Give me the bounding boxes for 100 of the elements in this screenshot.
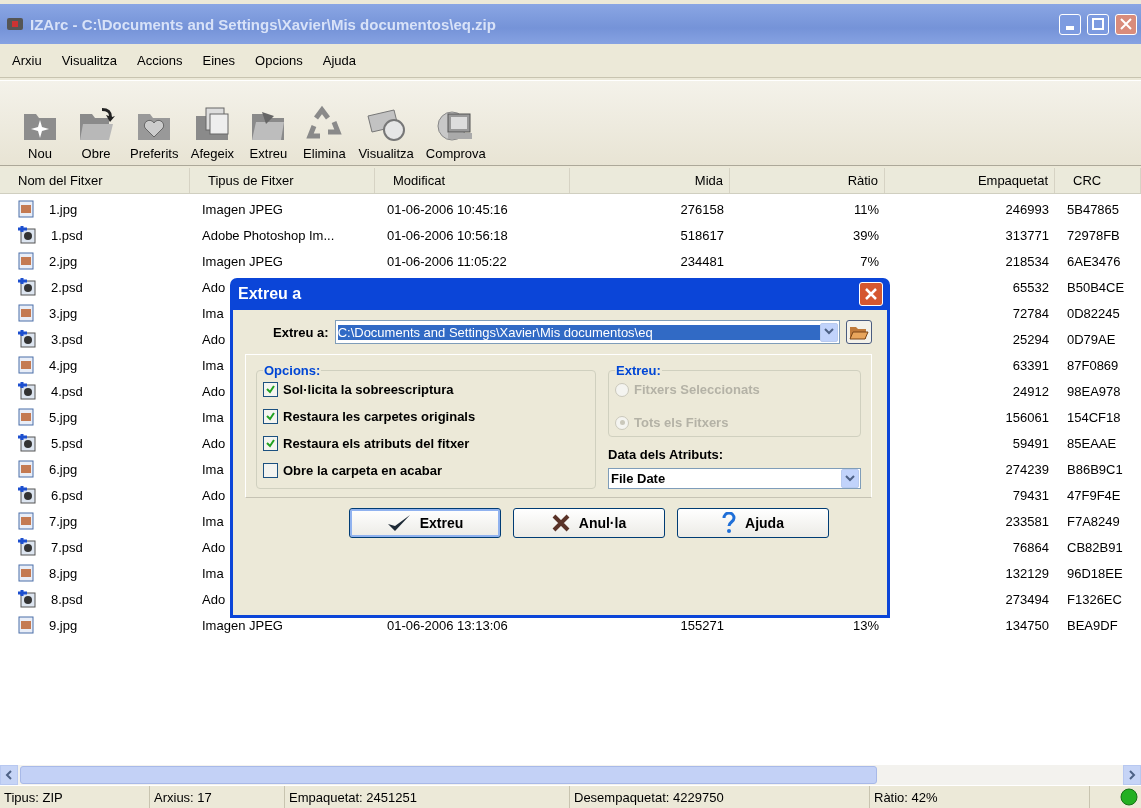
dropdown-button[interactable] xyxy=(841,469,859,488)
group-title: Opcions: xyxy=(263,363,322,378)
close-button[interactable] xyxy=(1115,13,1137,35)
file-name: 9.jpg xyxy=(49,617,78,633)
dialog-button[interactable]: Anul·la xyxy=(512,508,665,538)
table-cell: 246993 xyxy=(1005,201,1049,217)
table-cell: 7% xyxy=(860,253,879,269)
column-header[interactable]: CRC xyxy=(1073,173,1102,188)
table-cell: 79431 xyxy=(1012,487,1049,503)
table-cell: Ima xyxy=(202,565,224,581)
file-name: 3.psd xyxy=(51,331,83,347)
table-cell: 72978FB xyxy=(1067,227,1120,243)
menu-item[interactable]: Accions xyxy=(129,53,195,68)
table-cell: Ado xyxy=(202,279,226,295)
dialog-button[interactable]: Ajuda xyxy=(676,508,829,538)
menu-item[interactable]: Eines xyxy=(194,53,248,68)
toolbar-button[interactable]: Obre xyxy=(68,104,124,161)
close-button[interactable] xyxy=(859,282,883,306)
table-cell: Ima xyxy=(202,513,224,529)
column-header[interactable]: Mida xyxy=(694,173,723,188)
menu-item[interactable]: Ajuda xyxy=(314,53,369,68)
table-cell: 276158 xyxy=(680,201,724,217)
table-cell: 274239 xyxy=(1005,461,1049,477)
table-cell: Ado xyxy=(202,435,226,451)
table-cell: 5B47865 xyxy=(1067,201,1120,217)
toolbar-button[interactable]: Afegeix xyxy=(184,104,241,161)
table-cell: 85EAAE xyxy=(1067,435,1117,451)
table-cell: 6AE3476 xyxy=(1067,253,1121,269)
table-cell: 01-06-2006 13:13:06 xyxy=(387,617,508,633)
browse-button[interactable] xyxy=(846,320,872,344)
column-header[interactable]: Nom del Fitxer xyxy=(18,173,103,188)
table-cell: 11% xyxy=(853,201,879,217)
file-name: 5.psd xyxy=(51,435,83,451)
table-cell: 39% xyxy=(852,227,879,243)
close-icon xyxy=(1120,18,1132,30)
chevron-down-icon xyxy=(824,328,834,336)
chevron-down-icon xyxy=(845,474,855,483)
file-name: 4.psd xyxy=(51,383,83,399)
toolbar-button[interactable]: Elimina xyxy=(296,104,353,161)
table-cell: Ado xyxy=(202,487,226,503)
minimize-icon xyxy=(1066,26,1074,30)
table-cell: 134750 xyxy=(1005,617,1049,633)
image-file-icon xyxy=(18,200,34,218)
toolbar-button[interactable]: Nou xyxy=(12,104,68,161)
minimize-button[interactable] xyxy=(1059,13,1081,35)
checkbox-box[interactable] xyxy=(263,436,278,451)
checkbox-box[interactable] xyxy=(263,463,278,478)
eye-file-icon xyxy=(18,226,36,244)
checkbox[interactable]: Sol·licita la sobreescriptura xyxy=(263,382,589,397)
path-combobox[interactable]: C:\Documents and Settings\Xavier\Mis documentos\eq xyxy=(334,320,840,344)
checkbox-box[interactable] xyxy=(263,409,278,424)
toolbar-button[interactable]: Extreu xyxy=(240,104,297,161)
table-cell: B50B4CE xyxy=(1067,279,1125,295)
table-cell: 234481 xyxy=(680,253,724,269)
table-cell: 313771 xyxy=(1005,227,1049,243)
menu-item[interactable]: Opcions xyxy=(247,53,315,68)
date-select[interactable]: File Date xyxy=(608,468,861,489)
column-header[interactable]: Ràtio xyxy=(847,173,878,188)
eye-file-icon xyxy=(18,278,36,296)
table-cell: Ima xyxy=(202,357,224,373)
table-cell: 273494 xyxy=(1005,591,1049,607)
check-icon xyxy=(266,385,275,394)
dialog-button[interactable]: Extreu xyxy=(348,508,501,538)
column-header[interactable]: Modificat xyxy=(393,173,446,188)
table-cell: Ado xyxy=(202,539,226,555)
table-cell: CB82B91 xyxy=(1067,539,1123,555)
file-name: 1.jpg xyxy=(49,201,78,217)
table-cell: 65532 xyxy=(1012,279,1049,295)
file-name: 2.psd xyxy=(51,279,83,295)
menu-item[interactable]: Visualitza xyxy=(53,53,130,68)
column-header[interactable]: Empaquetat xyxy=(977,173,1048,188)
file-name: 7.psd xyxy=(51,539,83,555)
checkbox[interactable]: Obre la carpeta en acabar xyxy=(263,463,589,478)
dropdown-button[interactable] xyxy=(820,322,838,342)
window-title: IZArc - C:\Documents and Settings\Xavier\Mis documentos\eq.zip xyxy=(30,15,497,33)
scroll-left-button[interactable] xyxy=(0,765,18,785)
maximize-button[interactable] xyxy=(1087,13,1109,35)
table-cell: 13% xyxy=(852,617,879,633)
toolbar-button[interactable]: Visualitza xyxy=(352,104,420,161)
question-mark-icon xyxy=(721,512,738,534)
image-file-icon xyxy=(18,252,34,270)
scroll-right-button[interactable] xyxy=(1123,765,1141,785)
checkbox[interactable]: Restaura les carpetes originals xyxy=(263,409,589,424)
status-text: Empaquetat: 2451251 xyxy=(285,786,570,808)
file-name: 4.jpg xyxy=(49,357,78,373)
table-cell: Ima xyxy=(202,461,224,477)
table-cell: 96D18EE xyxy=(1067,565,1123,581)
file-name: 8.jpg xyxy=(49,565,78,581)
scroll-thumb[interactable] xyxy=(20,766,877,784)
toolbar-button[interactable]: Comprova xyxy=(419,104,492,161)
table-cell: 01-06-2006 10:45:16 xyxy=(387,201,508,217)
file-name: 2.jpg xyxy=(49,253,78,269)
horizontal-scrollbar[interactable] xyxy=(0,765,1141,785)
toolbar-button[interactable]: Preferits xyxy=(124,104,185,161)
menu-item[interactable]: Arxiu xyxy=(4,53,54,68)
checkbox[interactable]: Restaura els atributs del fitxer xyxy=(263,436,589,451)
column-header[interactable]: Tipus de Fitxer xyxy=(208,173,294,188)
table-cell: 132129 xyxy=(1005,565,1049,581)
checkbox-box[interactable] xyxy=(263,382,278,397)
file-name: 6.jpg xyxy=(49,461,78,477)
